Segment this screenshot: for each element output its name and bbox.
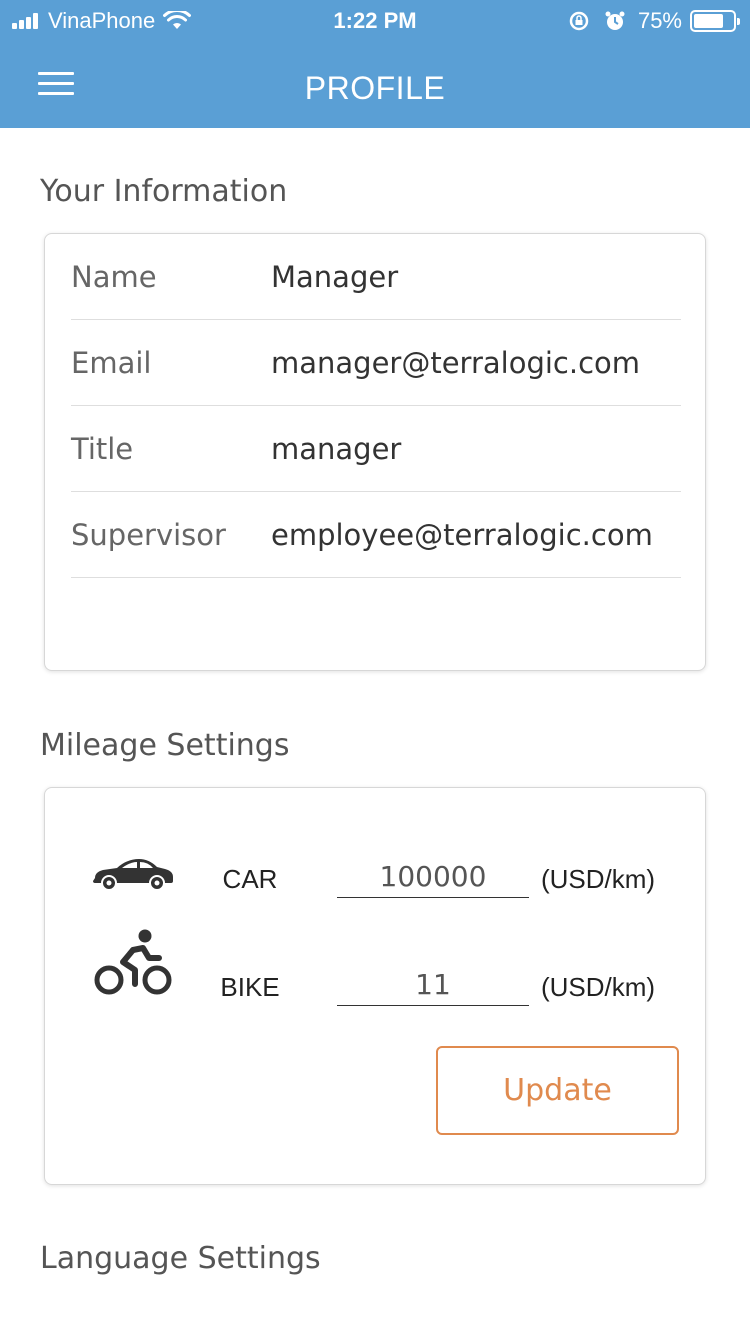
- info-value: Manager: [271, 260, 399, 294]
- language-settings-title: Language Settings: [40, 1241, 321, 1276]
- battery-percent: 75%: [637, 8, 682, 33]
- battery-icon: [690, 10, 740, 32]
- vehicle-row-car: CAR (USD/km): [45, 840, 707, 920]
- status-bar: VinaPhone 1:22 PM 75%: [0, 0, 750, 40]
- page-title: PROFILE: [304, 70, 446, 106]
- vehicle-unit-bike: (USD/km): [541, 972, 656, 1002]
- your-information-card: Name Manager Email manager@terralogic.co…: [44, 233, 706, 671]
- update-button[interactable]: Update: [436, 1046, 679, 1135]
- info-value: manager@terralogic.com: [271, 346, 641, 380]
- info-label: Name: [71, 260, 157, 294]
- vehicle-unit-car: (USD/km): [541, 864, 656, 894]
- info-value: employee@terralogic.com: [271, 518, 653, 552]
- vehicle-row-bike: BIKE (USD/km): [45, 929, 707, 1028]
- battery-fill: [694, 14, 723, 28]
- status-right: 75%: [568, 8, 740, 34]
- car-rate-input[interactable]: [337, 856, 529, 898]
- vehicle-label-car: CAR: [222, 864, 278, 894]
- info-label: Title: [71, 432, 134, 466]
- info-label: Supervisor: [71, 518, 226, 552]
- top-bar: VinaPhone 1:22 PM 75% PROFILE: [0, 0, 750, 128]
- mileage-settings-card: CAR (USD/km) BIKE (USD/km) Update: [44, 787, 706, 1185]
- info-row-name: Name Manager: [71, 234, 681, 320]
- info-row-title: Title manager: [71, 406, 681, 492]
- info-row-supervisor: Supervisor employee@terralogic.com: [71, 492, 681, 578]
- alarm-icon: [605, 11, 625, 30]
- car-icon: [93, 859, 173, 890]
- info-value: manager: [271, 432, 402, 466]
- your-information-title: Your Information: [40, 174, 288, 209]
- info-row-email: Email manager@terralogic.com: [71, 320, 681, 406]
- mileage-settings-title: Mileage Settings: [40, 728, 290, 763]
- rotation-lock-icon: [569, 11, 589, 31]
- vehicle-label-bike: BIKE: [220, 972, 280, 1002]
- bicycle-icon: [94, 929, 172, 995]
- bike-rate-input[interactable]: [337, 964, 529, 1006]
- info-label: Email: [71, 346, 152, 380]
